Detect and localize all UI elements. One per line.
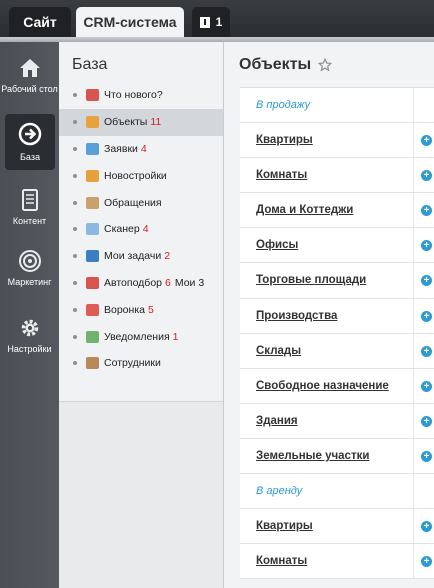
rail-item-content[interactable]: Контент [0,188,59,227]
table-row[interactable]: Дома и Коттеджи + [240,193,434,229]
calendar-icon [86,89,99,102]
count-badge: 2 [164,250,171,263]
house-icon [86,169,99,182]
add-icon[interactable]: + [421,450,432,462]
rail-item-label: База [20,152,40,162]
gear-icon [21,319,38,337]
table-row[interactable]: Комнаты + [240,158,434,194]
section-sale: В продажу [240,88,434,124]
chat-icon [86,330,99,343]
sidebar-item-requests[interactable]: Заявки 4 [59,136,223,163]
rail-item-label: Рабочий стол [1,84,58,94]
tasks-icon [86,250,99,263]
sidebar-list: Что нового? Объекты 11 Заявки 4 Новостро… [59,82,223,377]
tab-site[interactable]: Сайт [9,7,71,37]
objects-table: В продажу Квартиры + Комнаты + Дома и Ко… [240,87,434,580]
arrow-circle-icon [18,122,42,146]
table-row[interactable]: Квартиры + [240,123,434,159]
home-icon [19,59,40,77]
table-row[interactable]: Квартиры + [240,509,434,545]
autoselection-icon [86,276,99,289]
person-icon [86,357,99,370]
scanner-icon [86,223,99,236]
count-badge: 4 [142,223,149,236]
add-icon[interactable]: + [421,135,432,147]
sidebar: База Что нового? Объекты 11 Заявки 4 Нов… [59,42,224,588]
funnel-icon [86,303,99,316]
sidebar-item-new-buildings[interactable]: Новостройки [59,162,223,189]
sidebar-title: База [72,56,108,73]
table-row[interactable]: Склады + [240,333,434,369]
house-icon [86,116,99,129]
top-bar: Сайт CRM-система 1 [0,0,434,37]
flag-icon [199,16,210,28]
target-icon [18,250,41,272]
add-icon[interactable]: + [421,380,432,392]
list-icon [86,142,99,155]
table-row[interactable]: Свободное назначение + [240,368,434,404]
add-icon[interactable]: + [421,170,432,182]
add-icon[interactable]: + [421,415,432,427]
count-badge: 1 [172,330,179,343]
document-icon [21,189,38,211]
table-row[interactable]: Офисы + [240,228,434,264]
rail-item-base[interactable]: База [5,114,55,170]
my-count[interactable]: Мои 3 [175,277,204,289]
tab-crm-system[interactable]: CRM-система [76,7,184,37]
sidebar-item-funnel[interactable]: Воронка 5 [59,296,223,323]
sidebar-item-whats-new[interactable]: Что нового? [59,82,223,109]
add-icon[interactable]: + [421,205,432,217]
people-icon [86,196,99,209]
sidebar-item-scanner[interactable]: Сканер 4 [59,216,223,243]
notifications-count: 1 [215,15,223,29]
rail-item-label: Контент [12,216,47,226]
sidebar-item-employees[interactable]: Сотрудники [59,350,223,377]
table-row[interactable]: Здания + [240,403,434,439]
add-icon[interactable]: + [421,240,432,252]
table-row[interactable]: Производства + [240,298,434,334]
notifications-button[interactable]: 1 [192,7,230,37]
table-row[interactable]: Комнаты + [240,544,434,580]
count-badge: 4 [140,142,147,155]
add-icon[interactable]: + [421,310,432,322]
rail-item-desktop[interactable]: Рабочий стол [0,56,59,95]
rail-item-marketing[interactable]: Маркетинг [0,249,59,288]
rail-item-settings[interactable]: Настройки [0,316,59,355]
page-title: Объекты [239,56,333,74]
sidebar-item-notifications[interactable]: Уведомления 1 [59,323,223,350]
count-badge: 11 [150,116,162,129]
table-row[interactable]: Земельные участки + [240,438,434,475]
sidebar-item-objects[interactable]: Объекты 11 [59,108,223,136]
add-icon[interactable]: + [421,275,432,287]
rail-item-label: Маркетинг [7,277,52,287]
main-content: Объекты В продажу Квартиры + Комнаты + Д… [224,42,434,588]
rail-item-label: Настройки [7,344,52,354]
add-icon[interactable]: + [421,521,432,533]
add-icon[interactable]: + [421,556,432,568]
icon-rail: Рабочий стол База Контент Маркетинг Наст… [0,42,59,588]
section-rent: В аренду [240,474,434,510]
count-badge: 6 [165,276,171,289]
star-icon[interactable] [318,58,333,72]
table-row[interactable]: Торговые площади + [240,263,434,299]
sidebar-item-my-tasks[interactable]: Мои задачи 2 [59,243,223,270]
sidebar-item-autoselection[interactable]: Автоподбор 6 Мои 3 [59,270,223,297]
count-badge: 5 [148,303,154,316]
add-icon[interactable]: + [421,345,432,357]
sidebar-item-appeals[interactable]: Обращения [59,189,223,216]
